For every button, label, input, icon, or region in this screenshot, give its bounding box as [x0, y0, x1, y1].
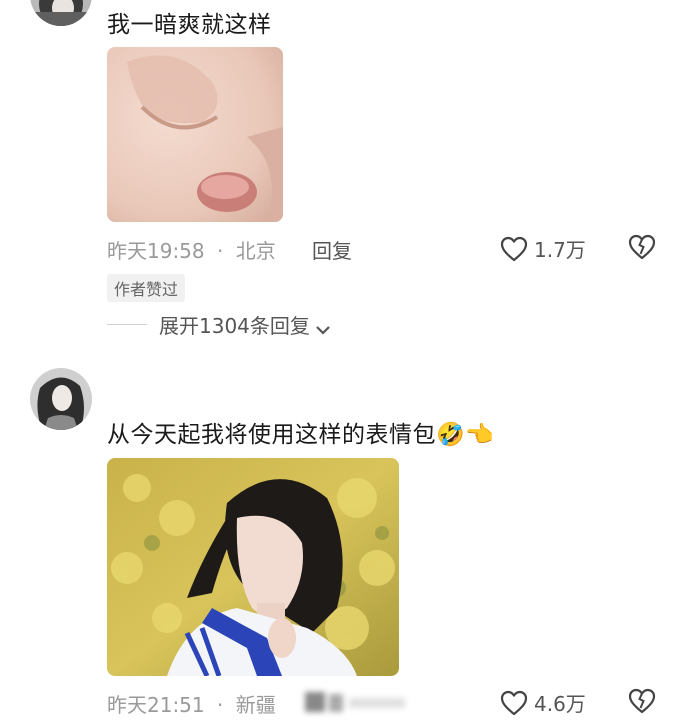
meta-separator: ·: [217, 693, 224, 717]
author-liked-badge: 作者赞过: [107, 274, 186, 302]
comment-text: 我一暗爽就这样: [107, 12, 272, 38]
heart-outline-icon: [500, 236, 528, 262]
broken-heart-icon[interactable]: [628, 688, 656, 714]
like-button[interactable]: 4.6万: [500, 688, 586, 717]
comment-meta: 昨天21:51 · 新疆: [107, 689, 276, 718]
comment-image[interactable]: [107, 458, 399, 676]
avatar[interactable]: [30, 368, 92, 430]
comment-text: 从今天起我将使用这样的表情包🤣👈: [107, 415, 494, 449]
like-count: 4.6万: [534, 692, 586, 716]
comment-location: 新疆: [235, 693, 276, 717]
expand-replies-button[interactable]: 展开1304条回复: [107, 310, 332, 339]
chevron-down-icon: [314, 318, 332, 335]
broken-heart-icon[interactable]: [628, 234, 656, 260]
comment-time: 昨天19:58: [107, 239, 205, 263]
redacted-block: [305, 690, 405, 714]
comment-text-body: 从今天起我将使用这样的表情包: [107, 422, 436, 448]
expand-replies-label: 展开1304条回复: [159, 314, 310, 338]
comment-location: 北京: [235, 239, 276, 263]
reply-button[interactable]: 回复: [312, 235, 352, 264]
divider: [107, 324, 147, 325]
comment-meta: 昨天19:58 · 北京: [107, 235, 276, 264]
meta-separator: ·: [217, 239, 224, 263]
emoji: 🤣👈: [436, 422, 495, 448]
avatar[interactable]: [30, 0, 92, 26]
like-count: 1.7万: [534, 238, 586, 262]
heart-outline-icon: [500, 690, 528, 716]
like-button[interactable]: 1.7万: [500, 234, 586, 263]
comment-image[interactable]: [107, 47, 283, 222]
comment-time: 昨天21:51: [107, 693, 205, 717]
